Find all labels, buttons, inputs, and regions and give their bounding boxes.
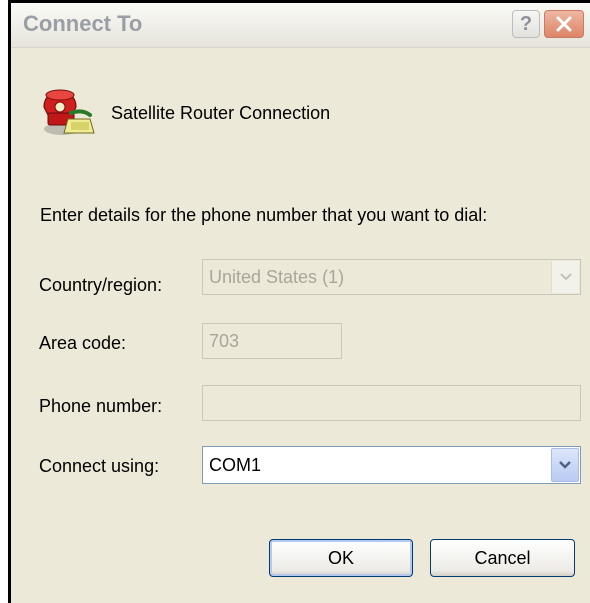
help-icon: ? — [519, 12, 533, 35]
connect-using-label: Connect using: — [39, 456, 160, 476]
dialog-title: Connect To — [23, 11, 143, 36]
country-select: United States (1) — [202, 259, 581, 295]
connect-using-dropdown-button[interactable] — [551, 448, 579, 482]
close-button[interactable] — [544, 10, 584, 38]
country-label: Country/region: — [39, 275, 163, 295]
connection-name: Satellite Router Connection — [111, 102, 331, 123]
connect-using-value: COM1 — [209, 454, 262, 475]
area-code-field: 703 — [202, 323, 342, 359]
connect-to-dialog: Connect To ? Satellite Router Connection… — [8, 0, 590, 603]
connect-using-select[interactable]: COM1 — [202, 446, 581, 484]
area-code-value: 703 — [209, 330, 240, 351]
chevron-down-icon — [559, 461, 571, 469]
country-value: United States (1) — [209, 266, 345, 287]
country-dropdown-button — [551, 261, 579, 293]
close-icon — [556, 16, 572, 32]
ok-button[interactable]: OK — [269, 539, 413, 577]
phone-icon — [43, 89, 95, 135]
area-code-label: Area code: — [39, 333, 127, 353]
phone-number-field — [202, 385, 581, 421]
title-bar[interactable]: Connect To ? — [11, 3, 590, 48]
cancel-button[interactable]: Cancel — [430, 539, 575, 577]
help-button[interactable]: ? — [512, 10, 540, 38]
phone-number-label: Phone number: — [39, 396, 163, 416]
dial-prompt: Enter details for the phone number that … — [40, 205, 488, 225]
chevron-down-icon — [559, 273, 572, 281]
connection-header: Satellite Router Connection — [38, 83, 330, 143]
